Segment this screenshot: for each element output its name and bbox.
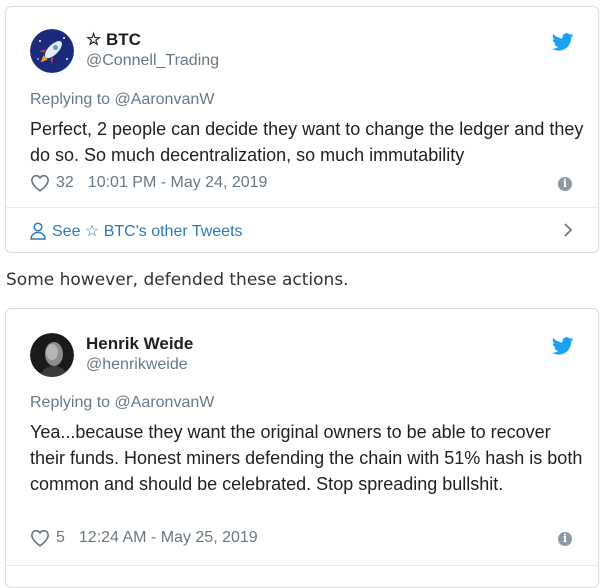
chevron-right-icon[interactable] — [562, 222, 574, 238]
like-count[interactable]: 32 — [56, 174, 74, 192]
person-photo-icon — [30, 333, 74, 377]
avatar[interactable] — [30, 333, 74, 377]
article-paragraph: Some however, defended these actions. — [6, 270, 349, 290]
divider — [6, 207, 598, 208]
twitter-bird-icon[interactable] — [552, 33, 574, 51]
tweet-meta: 5 12:24 AM - May 25, 2019 — [30, 529, 258, 547]
tweet-meta: 32 10:01 PM - May 24, 2019 — [30, 174, 267, 192]
see-other-tweets-label[interactable]: See ☆ BTC's other Tweets — [52, 221, 243, 241]
replying-to: Replying to @AaronvanW — [30, 91, 214, 109]
heart-icon[interactable] — [30, 529, 50, 547]
rocket-icon — [30, 29, 74, 73]
replying-prefix: Replying to — [30, 394, 115, 411]
person-icon — [30, 222, 46, 240]
divider — [6, 565, 598, 566]
user-handle[interactable]: @henrikweide — [86, 356, 188, 374]
see-other-tweets-link[interactable]: See ☆ BTC's other Tweets — [30, 221, 574, 241]
user-handle[interactable]: @Connell_Trading — [86, 52, 219, 70]
like-count[interactable]: 5 — [56, 529, 65, 547]
display-name[interactable]: ☆ BTC — [86, 30, 141, 50]
display-name[interactable]: Henrik Weide — [86, 334, 193, 354]
tweet-text: Perfect, 2 people can decide they want t… — [30, 119, 584, 165]
tweet-card[interactable]: ☆ BTC @Connell_Trading Replying to @Aaro… — [5, 6, 599, 253]
replying-to: Replying to @AaronvanW — [30, 394, 214, 412]
info-icon[interactable]: i — [558, 177, 572, 191]
heart-icon[interactable] — [30, 174, 50, 192]
avatar[interactable] — [30, 29, 74, 73]
timestamp[interactable]: 10:01 PM - May 24, 2019 — [88, 174, 268, 192]
timestamp[interactable]: 12:24 AM - May 25, 2019 — [79, 529, 258, 547]
mention-link[interactable]: @AaronvanW — [115, 394, 215, 411]
tweet-card[interactable]: Henrik Weide @henrikweide Replying to @A… — [5, 308, 599, 588]
tweet-text: Yea...because they want the original own… — [30, 422, 583, 494]
info-icon[interactable]: i — [558, 532, 572, 546]
mention-link[interactable]: @AaronvanW — [115, 91, 215, 108]
twitter-bird-icon[interactable] — [552, 337, 574, 355]
replying-prefix: Replying to — [30, 91, 115, 108]
